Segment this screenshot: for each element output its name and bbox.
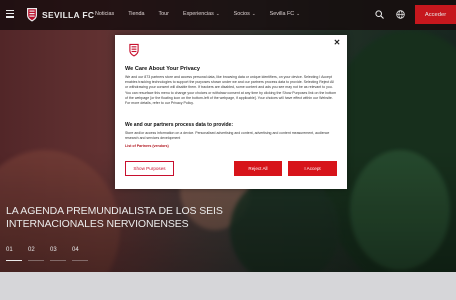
close-icon[interactable]: ✕ <box>332 38 342 48</box>
dialog-subtitle: We and our partners process data to prov… <box>125 122 233 128</box>
show-purposes-button[interactable]: Show Purposes <box>125 161 174 176</box>
club-crest-logo <box>129 43 139 57</box>
dialog-body-text: We and our 873 partners store and access… <box>125 75 337 106</box>
dialog-title: We Care About Your Privacy <box>125 66 201 72</box>
partners-link[interactable]: List of Partners (vendors) <box>125 144 169 148</box>
accept-button[interactable]: I Accept <box>288 161 337 176</box>
dialog-purposes-text: Store and/or access information on a dev… <box>125 131 330 140</box>
privacy-consent-dialog: ✕ We Care About Your Privacy We and our … <box>115 35 347 189</box>
reject-all-button[interactable]: Reject All <box>234 161 282 176</box>
